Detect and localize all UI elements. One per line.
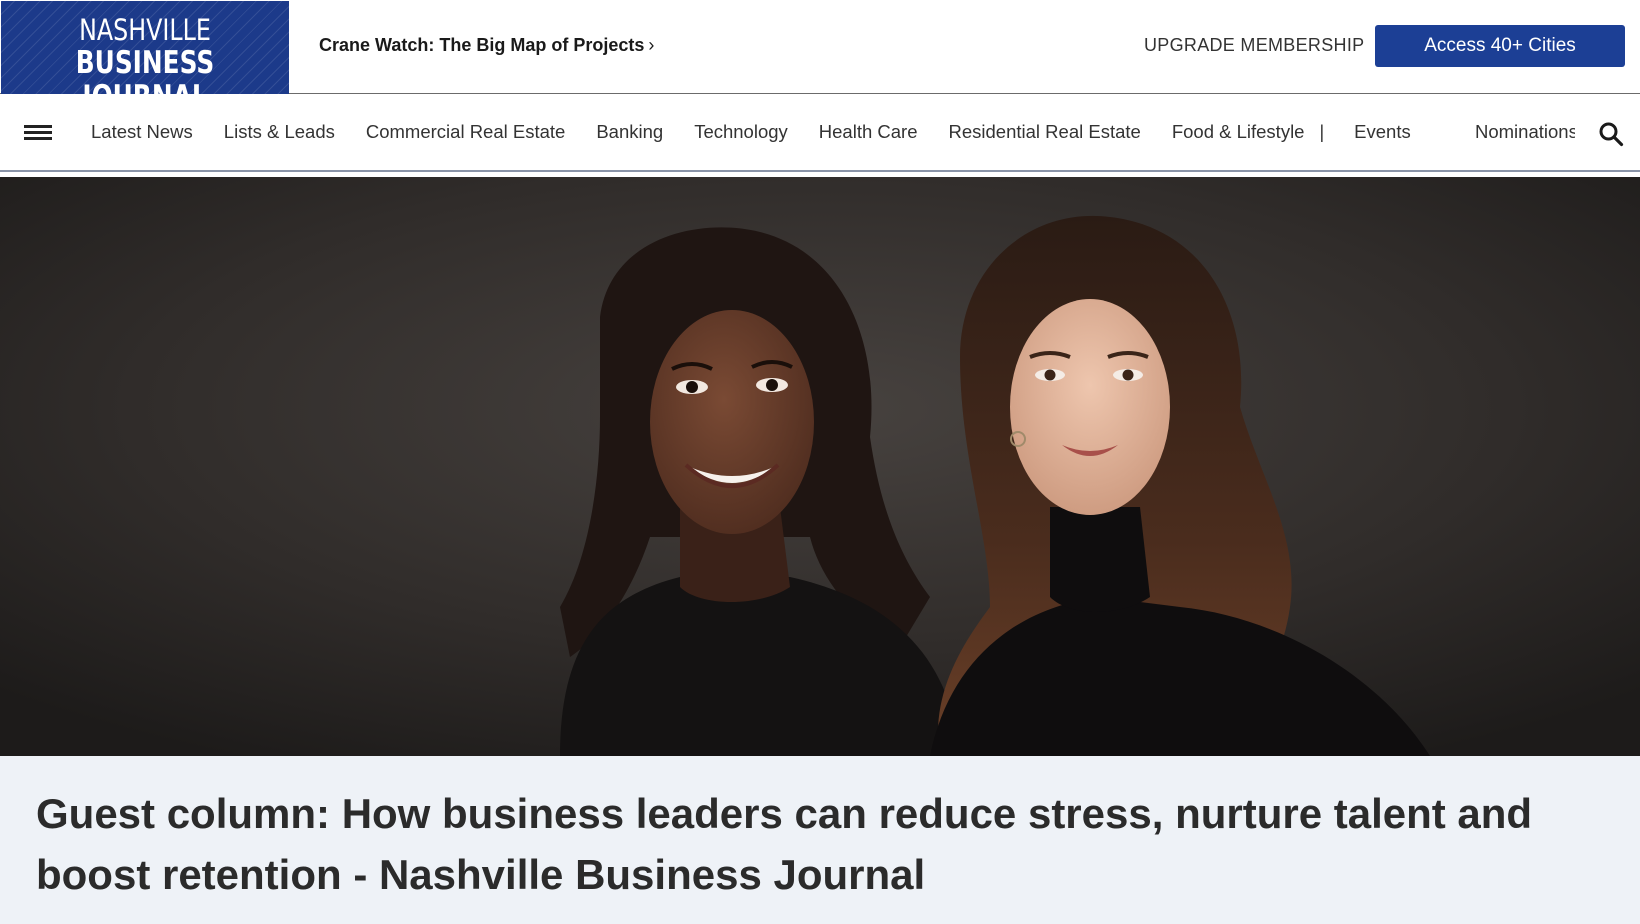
nav-items: Latest News Lists & Leads Commercial Rea… bbox=[91, 94, 1571, 170]
site-logo[interactable]: NASHVILLE BUSINESS JOURNAL bbox=[1, 1, 289, 94]
top-header: NASHVILLE BUSINESS JOURNAL Crane Watch: … bbox=[0, 0, 1640, 94]
hamburger-icon[interactable] bbox=[24, 124, 52, 142]
nav-item-health-care[interactable]: Health Care bbox=[819, 120, 918, 144]
nav-item-commercial-real-estate[interactable]: Commercial Real Estate bbox=[366, 120, 565, 144]
main-nav: Latest News Lists & Leads Commercial Rea… bbox=[0, 94, 1640, 172]
hero-photo bbox=[0, 177, 1640, 756]
nav-item-latest-news[interactable]: Latest News bbox=[91, 120, 193, 144]
search-icon[interactable] bbox=[1598, 121, 1624, 147]
nav-overflow-clip: Nominations bbox=[1475, 94, 1575, 170]
promo-link-label: Crane Watch: The Big Map of Projects bbox=[319, 35, 645, 55]
nav-separator: | bbox=[1319, 121, 1325, 142]
nav-item-lists-leads[interactable]: Lists & Leads bbox=[224, 120, 335, 144]
nav-item-residential-real-estate[interactable]: Residential Real Estate bbox=[949, 120, 1141, 144]
logo-line-2: BUSINESS JOURNAL bbox=[75, 45, 215, 94]
logo-line-1: NASHVILLE bbox=[79, 13, 211, 47]
article-headline: Guest column: How business leaders can r… bbox=[36, 790, 1533, 898]
nav-item-banking[interactable]: Banking bbox=[596, 120, 663, 144]
headline-band: Guest column: How business leaders can r… bbox=[0, 756, 1640, 924]
nav-item-nominations[interactable]: Nominations bbox=[1475, 120, 1575, 144]
nav-item-technology[interactable]: Technology bbox=[694, 120, 788, 144]
nav-item-food-lifestyle[interactable]: Food & Lifestyle bbox=[1172, 120, 1305, 144]
upgrade-membership-link[interactable]: UPGRADE MEMBERSHIP bbox=[1144, 33, 1364, 57]
access-cities-button[interactable]: Access 40+ Cities bbox=[1375, 25, 1625, 67]
nav-item-events[interactable]: Events bbox=[1354, 120, 1411, 144]
crane-watch-link[interactable]: Crane Watch: The Big Map of Projects › bbox=[319, 33, 654, 57]
hero-illustration bbox=[0, 177, 1640, 756]
chevron-right-icon: › bbox=[648, 35, 655, 55]
